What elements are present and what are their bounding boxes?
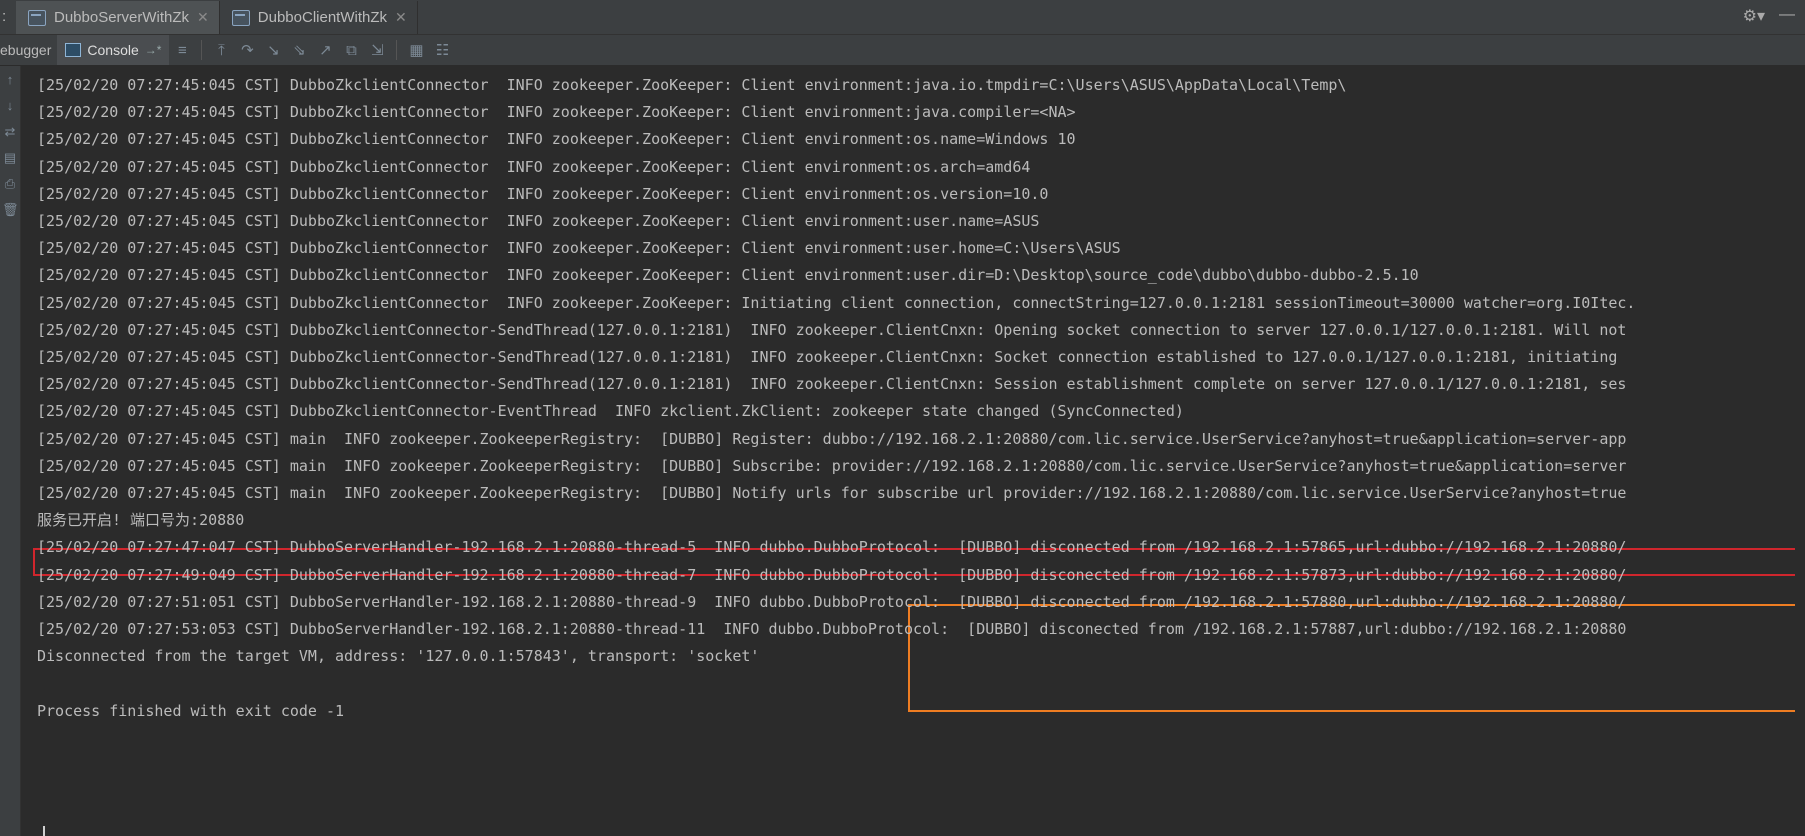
settings-gear-icon[interactable]: ⚙▾ xyxy=(1743,6,1765,26)
console-line: [25/02/20 07:27:45:045 CST] DubboZkclien… xyxy=(37,293,1636,312)
step-over-icon[interactable]: ↷ xyxy=(234,37,260,63)
console-line: [25/02/20 07:27:45:045 CST] DubboZkclien… xyxy=(37,130,1076,149)
console-line: [25/02/20 07:27:45:045 CST] DubboZkclien… xyxy=(37,320,1627,339)
tab-label: DubboServerWithZk xyxy=(54,9,190,26)
console-line: [25/02/20 07:27:45:045 CST] DubboZkclien… xyxy=(37,157,1031,176)
console-line: [25/02/20 07:27:45:045 CST] DubboZkclien… xyxy=(37,375,1627,394)
console-line: [25/02/20 07:27:45:045 CST] DubboZkclien… xyxy=(37,239,1121,258)
console-tab-label: Console xyxy=(87,42,139,58)
up-arrow-icon[interactable]: ↑ xyxy=(2,72,18,88)
tab-label: DubboClientWithZk xyxy=(257,9,387,26)
run-config-icon xyxy=(28,9,46,26)
console-line: [25/02/20 07:27:45:045 CST] DubboZkclien… xyxy=(37,348,1618,366)
console-line: [25/02/20 07:27:45:045 CST] main INFO zo… xyxy=(37,456,1627,475)
debugger-tab[interactable]: ebugger xyxy=(0,42,57,58)
console-line: Process finished with exit code -1 xyxy=(37,701,345,720)
console-line: [25/02/20 07:27:45:045 CST] DubboZkclien… xyxy=(37,103,1076,122)
frames-icon[interactable]: ≡ xyxy=(169,37,195,63)
print-icon[interactable]: ⎙ xyxy=(2,176,18,192)
console-line: Disconnected from the target VM, address… xyxy=(37,647,760,666)
console-line: [25/02/20 07:27:45:045 CST] DubboZkclien… xyxy=(37,76,1347,94)
console-line: 服务已开启! 端口号为:20880 xyxy=(37,511,245,530)
tab-dubbo-client[interactable]: DubboClientWithZk ✕ xyxy=(220,1,418,34)
console-line: [25/02/20 07:27:45:045 CST] DubboZkclien… xyxy=(37,212,1040,230)
console-line: [25/02/20 07:27:45:045 CST] DubboZkclien… xyxy=(37,402,1184,421)
minimize-icon[interactable]: — xyxy=(1779,6,1795,26)
console-line: [25/02/20 07:27:51:051 CST] DubboServerH… xyxy=(37,592,1627,611)
evaluate-expression-icon[interactable]: ▦ xyxy=(403,37,429,63)
toolbar-separator xyxy=(396,40,398,60)
window-controls: ⚙▾ — xyxy=(1743,6,1795,26)
show-execution-point-icon[interactable]: ⤒ xyxy=(208,37,234,63)
trash-icon[interactable]: 🗑 xyxy=(2,202,19,218)
run-config-icon xyxy=(231,9,250,26)
soft-wrap-icon[interactable]: ⇄ xyxy=(2,124,18,140)
step-into-icon[interactable]: ↘ xyxy=(260,37,286,63)
console-icon xyxy=(65,43,82,57)
debug-toolbar: ebugger Console →* ≡ ⤒ ↷ ↘ ⇘ ↗ ⧉ ⇲ ▦ ☷ xyxy=(0,35,1805,66)
force-step-into-icon[interactable]: ⇘ xyxy=(286,37,312,63)
trace-icon[interactable]: ☷ xyxy=(429,37,455,63)
tab-bar-overflow[interactable]: : xyxy=(0,0,16,34)
console-line: [25/02/20 07:27:49:049 CST] DubboServerH… xyxy=(37,565,1627,584)
console-line: [25/02/20 07:27:45:045 CST] main INFO zo… xyxy=(37,484,1627,502)
console-side-toolbar: ↑ ↓ ⇄ ▤ ⎙ 🗑 xyxy=(0,66,21,836)
console-tab[interactable]: Console →* xyxy=(57,35,170,65)
console-line: [25/02/20 07:27:45:045 CST] DubboZkclien… xyxy=(37,266,1419,285)
close-icon[interactable]: ✕ xyxy=(197,9,209,26)
console-line: [25/02/20 07:27:47:047 CST] DubboServerH… xyxy=(37,538,1627,557)
editor-tab-bar: : DubboServerWithZk ✕ DubboClientWithZk … xyxy=(0,0,1805,35)
tab-dubbo-server[interactable]: DubboServerWithZk ✕ xyxy=(16,1,220,34)
step-out-icon[interactable]: ↗ xyxy=(312,37,338,63)
drop-frame-icon[interactable]: ⧉ xyxy=(338,37,364,63)
console-line: [25/02/20 07:27:45:045 CST] main INFO zo… xyxy=(37,429,1627,448)
scroll-to-end-icon[interactable]: ▤ xyxy=(2,150,18,166)
close-icon[interactable]: ✕ xyxy=(395,9,407,26)
text-cursor xyxy=(43,826,45,836)
console-line: [25/02/20 07:27:45:045 CST] DubboZkclien… xyxy=(37,184,1049,203)
pin-icon[interactable]: →* xyxy=(145,43,162,57)
vertical-scrollbar[interactable] xyxy=(1795,66,1805,836)
console-output[interactable]: [25/02/20 07:27:45:045 CST] DubboZkclien… xyxy=(21,66,1805,836)
console-line: [25/02/20 07:27:53:053 CST] DubboServerH… xyxy=(37,620,1627,638)
run-to-cursor-icon[interactable]: ⇲ xyxy=(364,37,390,63)
toolbar-separator xyxy=(201,40,203,60)
down-arrow-icon[interactable]: ↓ xyxy=(2,98,18,114)
